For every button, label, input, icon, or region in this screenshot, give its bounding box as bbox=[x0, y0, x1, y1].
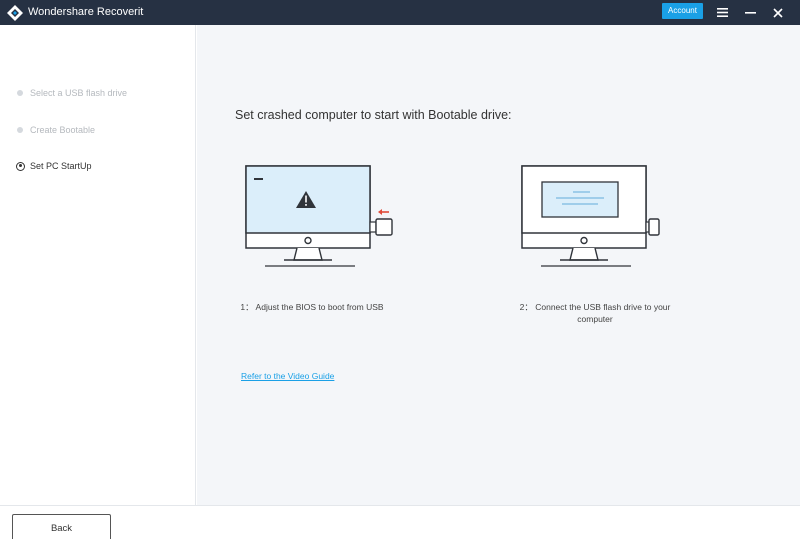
step-create-bootable: Create Bootable bbox=[16, 123, 95, 137]
footer-bar: Back bbox=[0, 505, 800, 539]
recoverit-logo-icon bbox=[6, 4, 24, 22]
usb-monitor-illustration-icon bbox=[519, 163, 669, 276]
video-guide-link[interactable]: Refer to the Video Guide bbox=[241, 371, 334, 381]
title-bar: Wondershare Recoverit Account bbox=[0, 0, 800, 25]
close-icon[interactable] bbox=[765, 0, 791, 25]
step2-caption-line2: computer bbox=[577, 314, 613, 324]
step2-caption: 2： Connect the USB flash drive to your c… bbox=[495, 301, 695, 325]
back-button[interactable]: Back bbox=[12, 514, 111, 539]
steps-sidebar: Select a USB flash drive Create Bootable… bbox=[0, 25, 196, 505]
step-dot-icon bbox=[17, 90, 23, 96]
minimize-icon[interactable] bbox=[737, 0, 763, 25]
app-title: Wondershare Recoverit bbox=[28, 6, 144, 18]
account-button[interactable]: Account bbox=[662, 3, 703, 19]
main-content: Set crashed computer to start with Boota… bbox=[197, 25, 800, 505]
step-active-radio-icon bbox=[16, 161, 25, 171]
step-dot-icon bbox=[17, 127, 23, 133]
step-label: Select a USB flash drive bbox=[30, 88, 128, 98]
step-set-pc-startup: Set PC StartUp bbox=[16, 159, 92, 173]
step-label: Create Bootable bbox=[30, 125, 96, 135]
step1-caption: 1： Adjust the BIOS to boot from USB bbox=[240, 302, 384, 312]
bios-monitor-illustration-icon bbox=[243, 163, 403, 276]
step2-caption-line1: 2： Connect the USB flash drive to your bbox=[519, 302, 671, 312]
step-select-usb: Select a USB flash drive bbox=[16, 86, 127, 100]
page-heading: Set crashed computer to start with Boota… bbox=[235, 108, 512, 122]
menu-icon[interactable] bbox=[709, 0, 735, 25]
step-label: Set PC StartUp bbox=[30, 161, 92, 171]
